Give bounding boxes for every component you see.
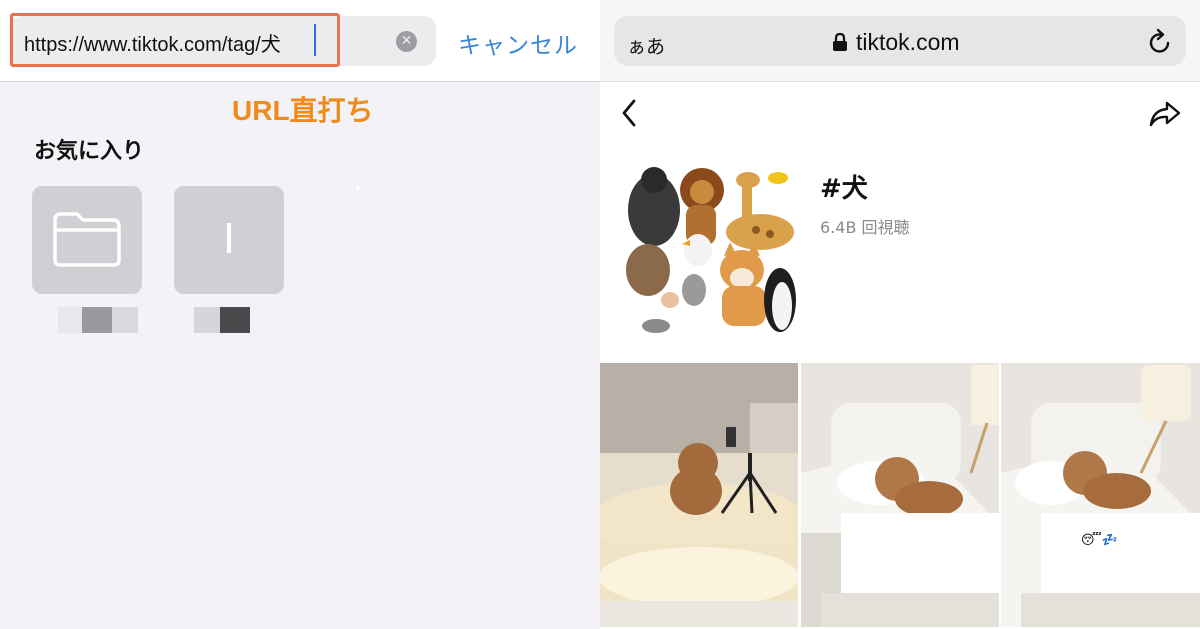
text-caret [314,24,316,56]
tiktok-page-panel: ぁあ tiktok.com #犬 6.4B 回視聴 😴💤 [600,0,1200,629]
safari-address-bar: ぁあ tiktok.com [600,0,1200,82]
folder-icon [53,212,121,267]
url-input[interactable]: https://www.tiktok.com/tag/犬 [24,28,281,57]
view-count: 6.4B 回視聴 [820,218,910,237]
video-thumbnail[interactable] [600,363,798,627]
favorites-title: お気に入り [34,139,145,164]
stray-pixel [356,186,359,189]
safari-edit-panel: https://www.tiktok.com/tag/犬 ✕ キャンセル URL… [0,0,600,629]
share-icon[interactable] [1148,100,1182,128]
sleep-emoji: 😴💤 [1081,533,1119,548]
screenshot: https://www.tiktok.com/tag/犬 ✕ キャンセル URL… [0,0,1200,629]
reload-icon[interactable] [1147,28,1173,56]
video-thumbnail[interactable] [801,363,999,627]
tag-title: #犬 [820,174,868,204]
video-thumbnail[interactable]: 😴💤 [1001,363,1200,627]
clear-icon[interactable]: ✕ [396,31,417,52]
back-chevron-icon[interactable] [620,98,638,128]
favorite-folder-tile[interactable] [32,186,142,294]
annotation-label: URL直打ち [232,95,374,126]
favorite-bookmark-tile[interactable]: I [174,186,284,294]
text-size-button[interactable]: ぁあ [627,32,665,59]
tag-cover-image [620,160,800,340]
lock-icon [833,32,847,51]
bookmark-letter: I [222,214,236,263]
domain-label: tiktok.com [856,29,960,55]
address-bar-area: https://www.tiktok.com/tag/犬 ✕ キャンセル [0,0,600,82]
cancel-button[interactable]: キャンセル [458,26,578,60]
